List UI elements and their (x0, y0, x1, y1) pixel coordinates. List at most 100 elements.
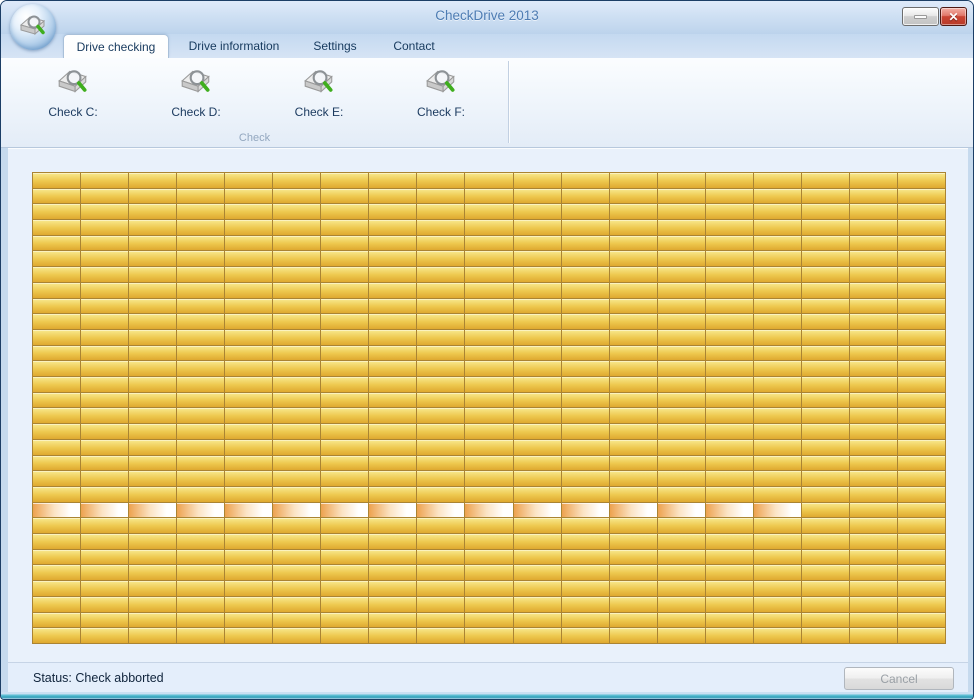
block-checked (417, 565, 464, 580)
block-checked (225, 471, 272, 486)
block-checking (225, 503, 272, 518)
block-checked (802, 581, 849, 596)
block-checked (514, 628, 561, 643)
block-checked (273, 424, 320, 439)
block-checked (321, 314, 368, 329)
minimize-button[interactable] (902, 7, 939, 26)
block-checked (225, 424, 272, 439)
block-checked (33, 440, 80, 455)
block-checked (225, 518, 272, 533)
block-checking (610, 503, 657, 518)
block-checked (562, 628, 609, 643)
block-checked (81, 236, 128, 251)
block-checked (81, 189, 128, 204)
status-text: Status: Check abborted (33, 663, 164, 693)
block-checked (850, 518, 897, 533)
block-checking (417, 503, 464, 518)
block-checked (177, 236, 224, 251)
block-checked (465, 550, 512, 565)
block-checked (562, 377, 609, 392)
block-checked (177, 267, 224, 282)
block-checked (33, 189, 80, 204)
block-checked (225, 283, 272, 298)
block-checked (802, 565, 849, 580)
block-checked (33, 173, 80, 188)
block-checked (850, 236, 897, 251)
block-checked (33, 220, 80, 235)
block-checked (754, 299, 801, 314)
block-checked (898, 424, 945, 439)
block-checked (81, 550, 128, 565)
block-checked (562, 565, 609, 580)
tab-contact[interactable]: Contact (383, 34, 445, 58)
check-d-button[interactable]: Check D: (154, 61, 238, 137)
block-checked (514, 299, 561, 314)
block-checked (177, 393, 224, 408)
block-checked (225, 330, 272, 345)
block-checked (33, 613, 80, 628)
block-checked (802, 408, 849, 423)
block-checking (129, 503, 176, 518)
block-checked (321, 440, 368, 455)
block-checked (465, 377, 512, 392)
app-logo-icon[interactable] (10, 4, 56, 50)
block-checking (369, 503, 416, 518)
block-checked (850, 346, 897, 361)
block-checked (81, 220, 128, 235)
drive-magnifier-icon (17, 11, 49, 43)
cancel-button[interactable]: Cancel (844, 667, 954, 690)
block-checked (706, 487, 753, 502)
block-checked (81, 330, 128, 345)
block-checked (417, 377, 464, 392)
block-checked (802, 330, 849, 345)
block-checked (514, 613, 561, 628)
block-checked (706, 550, 753, 565)
block-checked (273, 565, 320, 580)
block-checked (850, 581, 897, 596)
block-checked (706, 299, 753, 314)
block-checked (33, 314, 80, 329)
block-checked (417, 487, 464, 502)
block-checked (850, 393, 897, 408)
block-checked (610, 299, 657, 314)
block-checked (369, 267, 416, 282)
block-checked (898, 518, 945, 533)
block-checked (177, 518, 224, 533)
tab-drive-checking[interactable]: Drive checking (63, 34, 169, 58)
block-checked (417, 204, 464, 219)
block-checked (177, 487, 224, 502)
check-c-button[interactable]: Check C: (31, 61, 115, 137)
close-button[interactable]: ✕ (940, 7, 967, 26)
block-checked (369, 314, 416, 329)
block-checked (610, 393, 657, 408)
titlebar[interactable]: CheckDrive 2013 ✕ (1, 1, 973, 34)
block-checked (754, 471, 801, 486)
block-checked (706, 173, 753, 188)
block-checked (802, 377, 849, 392)
close-icon: ✕ (948, 10, 958, 24)
block-checked (658, 283, 705, 298)
block-checked (273, 393, 320, 408)
tab-drive-information[interactable]: Drive information (181, 34, 287, 58)
check-f-button[interactable]: Check F: (399, 61, 483, 137)
block-checked (850, 283, 897, 298)
block-checked (417, 456, 464, 471)
block-checked (129, 471, 176, 486)
tab-settings[interactable]: Settings (302, 34, 368, 58)
block-checked (273, 534, 320, 549)
block-checked (321, 346, 368, 361)
block-checked (802, 314, 849, 329)
block-checked (33, 628, 80, 643)
block-checked (81, 597, 128, 612)
block-checked (321, 299, 368, 314)
block-checked (177, 456, 224, 471)
check-e-button[interactable]: Check E: (277, 61, 361, 137)
block-checked (658, 628, 705, 643)
block-checked (706, 283, 753, 298)
block-checked (562, 346, 609, 361)
block-checked (658, 456, 705, 471)
block-checked (610, 236, 657, 251)
block-checked (321, 283, 368, 298)
block-checked (225, 456, 272, 471)
block-checked (850, 487, 897, 502)
